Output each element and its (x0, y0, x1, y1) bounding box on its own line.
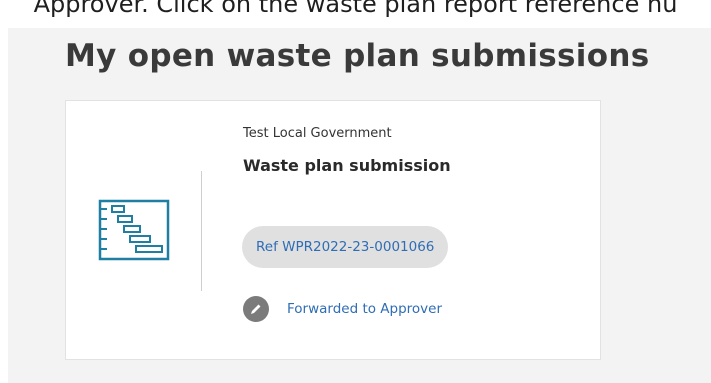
card-title: Waste plan submission (243, 156, 451, 175)
pencil-icon (243, 296, 269, 322)
card-divider (201, 171, 202, 291)
status-row: Forwarded to Approver (243, 296, 442, 322)
instruction-caption: Approver. Click on the waste plan report… (33, 0, 678, 18)
section-title: My open waste plan submissions (65, 38, 650, 74)
report-reference-link[interactable]: Ref WPR2022-23-0001066 (242, 226, 449, 268)
organisation-name: Test Local Government (243, 126, 392, 141)
status-text: Forwarded to Approver (287, 301, 443, 317)
gantt-chart-icon (98, 199, 170, 261)
submission-card[interactable]: Test Local Government Waste plan submiss… (65, 100, 601, 360)
